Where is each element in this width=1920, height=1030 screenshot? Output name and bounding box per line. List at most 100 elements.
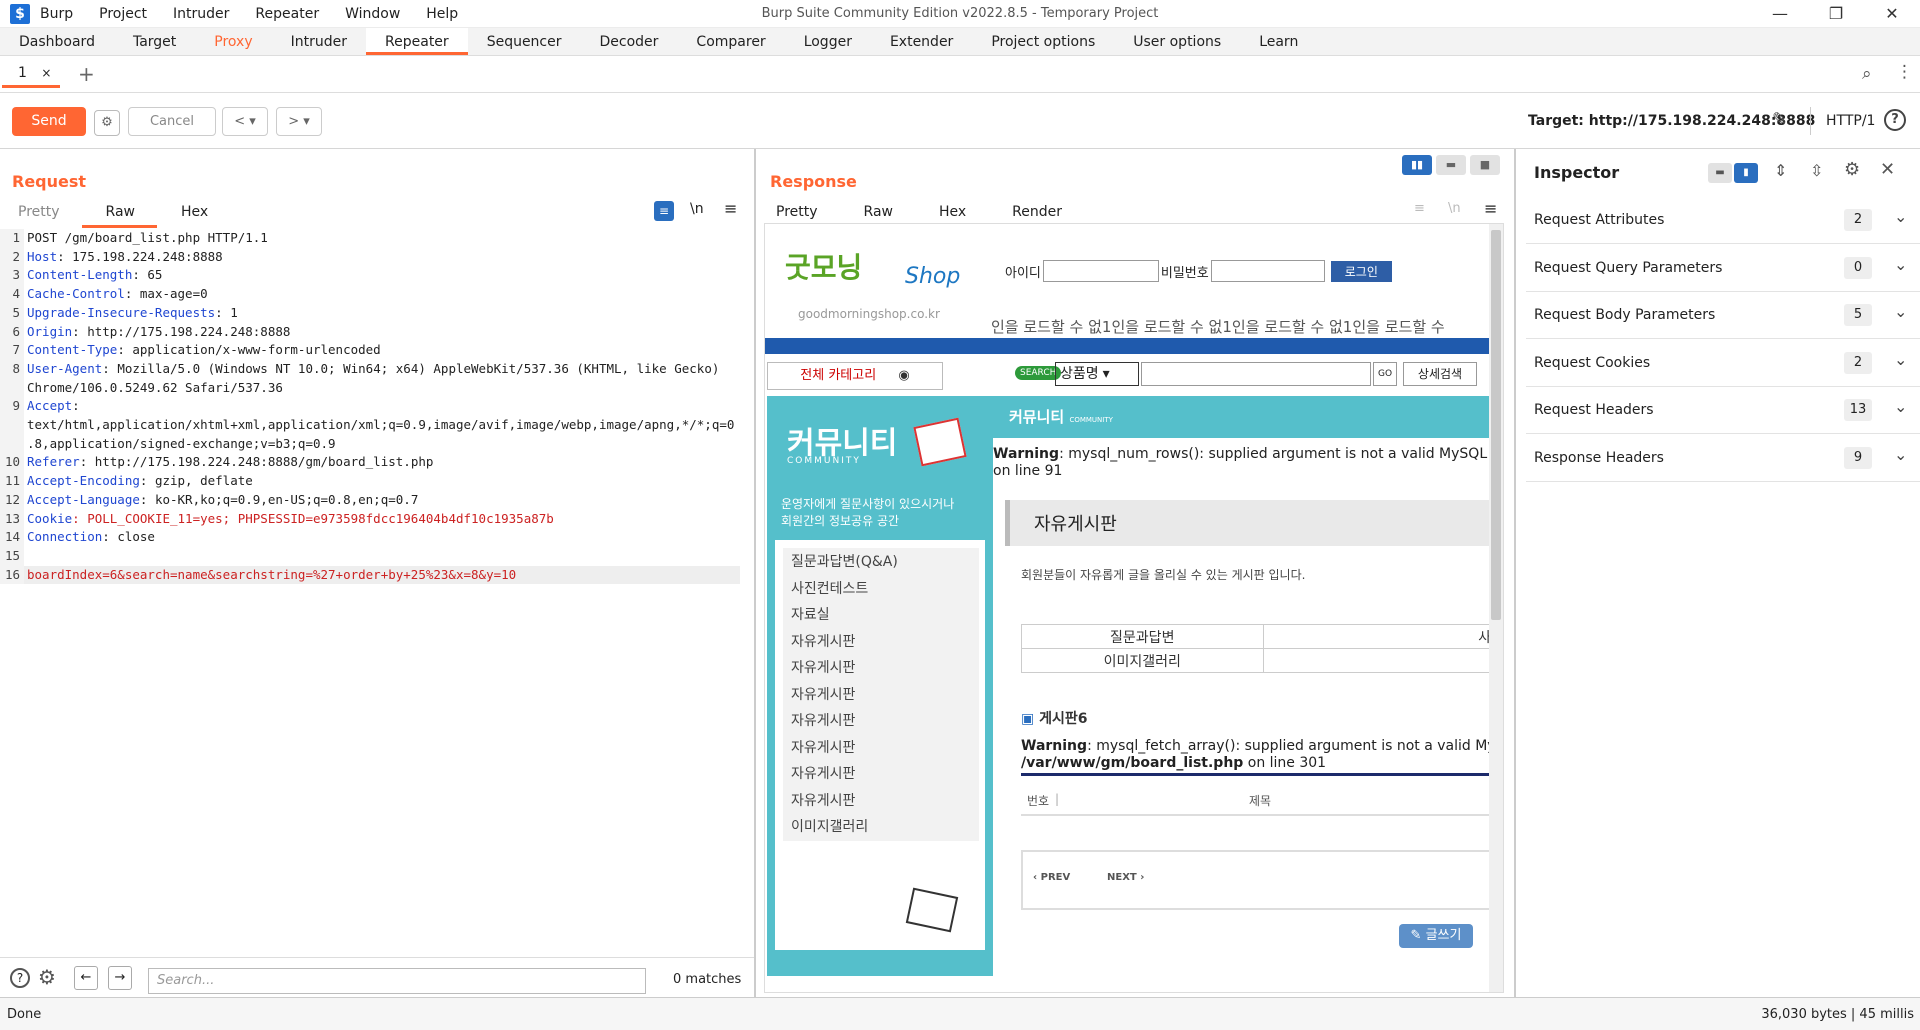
detail-search-button[interactable]: 상세검색 <box>1403 362 1477 386</box>
close-inspector-icon[interactable]: ✕ <box>1880 159 1895 180</box>
request-editor[interactable]: 1 POST /gm/board_list.php HTTP/1.1 2 Host: … <box>0 229 740 957</box>
edit-target-pencil-icon[interactable]: ✎ <box>1772 109 1787 130</box>
community-menu-item[interactable]: 사진컨테스트 <box>783 574 979 603</box>
request-line[interactable]: 5 Upgrade-Insecure-Requests: 1 <box>0 303 740 323</box>
http-version-label[interactable]: HTTP/1 <box>1826 113 1875 129</box>
request-tab-pretty[interactable]: Pretty <box>12 199 82 228</box>
request-line[interactable]: 7 Content-Type: application/x-www-form-ur… <box>0 341 740 360</box>
go-button[interactable]: GO <box>1373 362 1397 386</box>
help-icon[interactable]: ? <box>1884 109 1906 131</box>
board-link-qa[interactable]: 질문과답변 <box>1021 624 1264 649</box>
request-line[interactable]: 2 Host: 175.198.224.248:8888 <box>0 247 740 267</box>
inspector-section[interactable]: Request Query Parameters 0 ⌄ <box>1526 245 1920 292</box>
tab-logger[interactable]: Logger <box>785 28 871 55</box>
chevron-down-icon[interactable]: ⌄ <box>1894 445 1907 464</box>
request-line[interactable]: 16 boardIndex=6&search=name&searchstring=… <box>0 565 740 585</box>
request-tab-raw[interactable]: Raw <box>81 199 157 228</box>
request-line[interactable]: 15 <box>0 546 740 566</box>
community-menu-item[interactable]: 자유게시판 <box>783 760 979 788</box>
community-menu-item[interactable]: 자유게시판 <box>783 680 979 709</box>
forward-button[interactable]: > ▾ <box>276 107 322 136</box>
inspector-section[interactable]: Request Body Parameters 5 ⌄ <box>1526 292 1920 339</box>
password-input[interactable] <box>1210 260 1325 282</box>
collapse-all-icon[interactable]: ⇳ <box>1810 161 1823 180</box>
request-line[interactable]: 13 Cookie: POLL_COOKIE_11=yes; PHPSESSID=… <box>0 509 740 529</box>
inspector-layout-icon-1[interactable]: ▬ <box>1708 163 1732 183</box>
menu-repeater[interactable]: Repeater <box>255 6 319 22</box>
inspector-layout-icon-2[interactable]: ▮ <box>1734 163 1758 183</box>
all-category-button[interactable]: 전체 카테고리 ◉ <box>767 362 943 390</box>
render-scrollbar[interactable] <box>1489 224 1503 992</box>
board-link-gallery[interactable]: 이미지갤러리 <box>1021 648 1264 673</box>
request-line[interactable]: 12 Accept-Language: ko-KR,ko;q=0.9,en-US;… <box>0 490 740 510</box>
request-line[interactable]: 11 Accept-Encoding: gzip, deflate <box>0 472 740 491</box>
inspector-section[interactable]: Request Headers 13 ⌄ <box>1526 387 1920 434</box>
menu-project[interactable]: Project <box>99 6 147 22</box>
menu-intruder[interactable]: Intruder <box>173 6 229 22</box>
chevron-down-icon[interactable]: ⌄ <box>1894 302 1907 321</box>
community-menu-item[interactable]: 자유게시판 <box>783 627 979 656</box>
search-category-select[interactable]: 상품명 ▾ <box>1055 362 1139 386</box>
request-line[interactable]: 10 Referer: http://175.198.224.248:8888/g… <box>0 453 740 473</box>
chevron-down-icon[interactable]: ⌄ <box>1894 207 1907 226</box>
community-menu-item[interactable]: 자유게시판 <box>783 786 979 815</box>
layout-split-icon[interactable]: ▮▮ <box>1402 155 1432 175</box>
community-menu-item[interactable]: 이미지갤러리 <box>783 813 979 841</box>
search-icon[interactable]: ⌕ <box>1862 64 1872 84</box>
expand-all-icon[interactable]: ⇕ <box>1774 161 1787 180</box>
community-menu-item[interactable]: 자유게시판 <box>783 654 979 682</box>
search-settings-gear-icon[interactable]: ⚙ <box>38 965 56 989</box>
menu-window[interactable]: Window <box>345 6 400 22</box>
hamburger-menu-icon[interactable]: ≡ <box>1484 199 1497 218</box>
board-link-photo[interactable]: 사진 <box>1262 624 1503 649</box>
close-icon[interactable]: ✕ <box>1864 0 1920 28</box>
menu-burp[interactable]: Burp <box>40 6 73 22</box>
back-button[interactable]: < ▾ <box>222 107 268 136</box>
request-line[interactable]: 8 User-Agent: Mozilla/5.0 (Windows NT 10.… <box>0 359 740 379</box>
tab-target[interactable]: Target <box>114 28 195 55</box>
request-line[interactable]: text/html,application/xhtml+xml,applicat… <box>0 416 740 435</box>
tab-project-options[interactable]: Project options <box>972 28 1114 55</box>
tab-intruder[interactable]: Intruder <box>272 28 366 55</box>
request-line[interactable]: .8,application/signed-exchange;v=b3;q=0.… <box>0 434 740 454</box>
scrollbar-thumb[interactable] <box>1491 230 1501 620</box>
more-options-icon[interactable]: ⋮ <box>1896 62 1913 82</box>
layout-tabs-icon[interactable]: ■ <box>1470 155 1500 175</box>
tab-user-options[interactable]: User options <box>1114 28 1240 55</box>
id-input[interactable] <box>1042 260 1159 282</box>
hamburger-menu-icon[interactable]: ≡ <box>724 199 737 218</box>
search-input[interactable]: Search... <box>148 968 646 994</box>
inspector-section[interactable]: Request Attributes 2 ⌄ <box>1526 197 1920 244</box>
newline-toggle-icon[interactable]: \n <box>690 201 704 217</box>
login-button[interactable]: 로그인 <box>1330 260 1392 282</box>
product-search-input[interactable] <box>1141 362 1371 386</box>
request-line[interactable]: Chrome/106.0.5249.62 Safari/537.36 <box>0 378 740 398</box>
minimize-icon[interactable]: — <box>1752 0 1808 28</box>
prev-link[interactable]: ‹ PREV <box>1033 872 1070 883</box>
request-tab-hex[interactable]: Hex <box>157 199 230 228</box>
community-menu-item[interactable]: 자유게시판 <box>783 707 979 735</box>
request-line[interactable]: 3 Content-Length: 65 <box>0 266 740 286</box>
request-line[interactable]: 14 Connection: close <box>0 528 740 547</box>
help-icon[interactable]: ? <box>10 968 30 988</box>
next-match-arrow-icon[interactable]: → <box>108 966 132 990</box>
inspector-section[interactable]: Request Cookies 2 ⌄ <box>1526 340 1920 387</box>
request-line[interactable]: 6 Origin: http://175.198.224.248:8888 <box>0 322 740 342</box>
add-tab-icon[interactable]: + <box>78 62 95 86</box>
settings-gear-icon[interactable]: ⚙ <box>94 110 120 136</box>
close-tab-icon[interactable]: × <box>41 66 51 80</box>
next-link[interactable]: NEXT › <box>1107 872 1144 883</box>
request-line[interactable]: 9 Accept: <box>0 397 740 417</box>
send-button[interactable]: Send <box>12 107 86 136</box>
chevron-down-icon[interactable]: ⌄ <box>1894 350 1907 369</box>
tab-sequencer[interactable]: Sequencer <box>468 28 581 55</box>
community-menu-item[interactable]: 자료실 <box>783 601 979 629</box>
tab-dashboard[interactable]: Dashboard <box>0 28 114 55</box>
chevron-down-icon[interactable]: ⌄ <box>1894 255 1907 274</box>
request-line[interactable]: 1 POST /gm/board_list.php HTTP/1.1 <box>0 229 740 248</box>
restore-icon[interactable]: ❐ <box>1808 0 1864 28</box>
cancel-button[interactable]: Cancel <box>128 107 216 136</box>
tab-comparer[interactable]: Comparer <box>677 28 784 55</box>
inspector-settings-gear-icon[interactable]: ⚙ <box>1844 159 1860 180</box>
inspector-section[interactable]: Response Headers 9 ⌄ <box>1526 435 1920 482</box>
